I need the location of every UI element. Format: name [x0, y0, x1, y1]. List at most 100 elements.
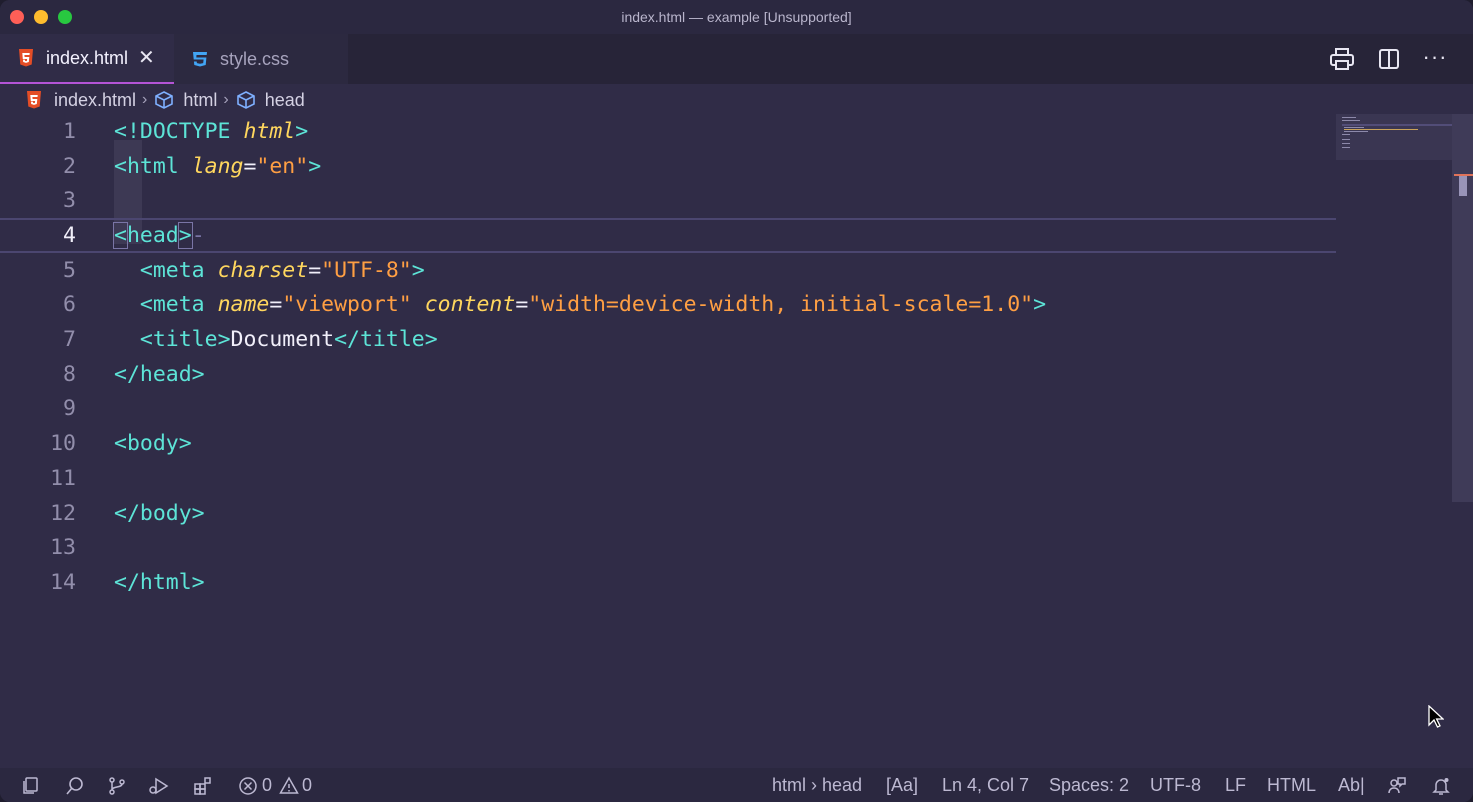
more-actions-icon[interactable]: ···: [1422, 44, 1448, 70]
code-token: html: [243, 118, 296, 144]
code-line[interactable]: 14 </html>: [0, 565, 1336, 600]
notifications-bell-icon[interactable]: [1430, 775, 1452, 797]
code-line[interactable]: 9: [0, 392, 1336, 427]
code-token: title: [359, 327, 425, 353]
text-cursor: -: [191, 222, 205, 248]
code-editor[interactable]: 1 <!DOCTYPE html> 2 <html lang="en"> 3 4 <head…: [0, 114, 1336, 764]
code-token: >: [308, 153, 322, 179]
editor-window: index.html — example [Unsupported] index…: [0, 0, 1473, 802]
indentation-setting[interactable]: Spaces: 2: [1049, 775, 1129, 796]
code-text: <!DOCTYPE html>: [114, 119, 308, 144]
code-token: content: [424, 292, 516, 318]
code-text: <title>Document</title>: [114, 327, 438, 352]
code-token: html: [126, 153, 192, 179]
status-bar: 0 0 html › head [Aa] Ln 4, Col 7 Spaces:…: [0, 768, 1473, 802]
code-token: <: [139, 292, 153, 318]
code-line[interactable]: 10 <body>: [0, 426, 1336, 461]
minimize-window-button[interactable]: [34, 10, 48, 24]
code-token: >: [1033, 292, 1047, 318]
line-number: 5: [63, 257, 76, 283]
scrollbar-track[interactable]: [1452, 114, 1473, 502]
error-icon[interactable]: [237, 775, 259, 797]
search-icon[interactable]: [64, 775, 86, 797]
breadcrumb-file[interactable]: index.html: [26, 90, 136, 111]
code-line[interactable]: 8 </head>: [0, 357, 1336, 392]
html5-icon: [27, 91, 41, 109]
extensions-icon[interactable]: [192, 775, 214, 797]
code-text: <meta charset="UTF-8">: [114, 258, 425, 283]
tab-style-css[interactable]: style.css: [174, 34, 348, 84]
code-token: title: [152, 327, 218, 353]
code-line[interactable]: 12 </body>: [0, 496, 1336, 531]
html5-icon: [16, 48, 36, 68]
code-token: head: [139, 361, 192, 387]
line-number: 1: [63, 118, 76, 144]
code-token: >: [295, 118, 309, 144]
code-line[interactable]: 4 <head>-: [0, 218, 1336, 253]
code-token: <: [114, 153, 127, 179]
code-token: Document: [230, 327, 335, 353]
split-editor-icon[interactable]: [1376, 46, 1402, 72]
close-icon[interactable]: ✕: [138, 48, 155, 68]
code-token: =: [515, 292, 529, 318]
cursor-position[interactable]: Ln 4, Col 7: [942, 775, 1029, 796]
spell-check-status[interactable]: Ab|: [1338, 775, 1365, 796]
close-window-button[interactable]: [10, 10, 24, 24]
cube-icon: [155, 91, 174, 109]
chevron-right-icon: ›: [223, 91, 229, 108]
error-count[interactable]: 0: [262, 775, 272, 796]
code-line[interactable]: 13: [0, 530, 1336, 565]
line-number: 6: [63, 292, 76, 318]
code-token: <!DOCTYPE: [114, 118, 244, 144]
warning-count[interactable]: 0: [302, 775, 312, 796]
code-token: >: [191, 361, 205, 387]
code-token: >: [177, 221, 193, 249]
code-token: <: [114, 431, 127, 457]
line-number: 10: [50, 431, 76, 457]
feedback-icon[interactable]: [1386, 775, 1408, 797]
print-icon[interactable]: [1329, 46, 1355, 72]
code-line[interactable]: 2 <html lang="en">: [0, 149, 1336, 184]
code-token: charset: [217, 257, 309, 283]
code-token: body: [139, 500, 192, 526]
tab-index-html[interactable]: index.html ✕: [0, 34, 174, 84]
line-number: 8: [63, 361, 76, 387]
status-breadcrumb[interactable]: html › head: [772, 775, 862, 796]
code-text: </html>: [114, 570, 205, 595]
code-line[interactable]: 1 <!DOCTYPE html>: [0, 114, 1336, 149]
breadcrumb-item-html[interactable]: html: [153, 90, 217, 111]
breadcrumb-item-head[interactable]: head: [235, 90, 305, 111]
code-line[interactable]: 6 <meta name="viewport" content="width=d…: [0, 288, 1336, 323]
code-token: =: [269, 292, 283, 318]
run-debug-icon[interactable]: [148, 775, 170, 797]
code-token: </: [334, 327, 360, 353]
code-line[interactable]: 3: [0, 183, 1336, 218]
cube-icon: [236, 91, 255, 109]
code-token: body: [126, 431, 179, 457]
breadcrumb-label: html: [183, 89, 218, 110]
code-token: >: [191, 569, 205, 595]
zoom-window-button[interactable]: [58, 10, 72, 24]
scrollbar-thumb[interactable]: [1459, 176, 1467, 196]
code-line[interactable]: 11: [0, 461, 1336, 496]
language-mode[interactable]: HTML: [1267, 775, 1316, 796]
source-control-icon[interactable]: [106, 775, 128, 797]
minimap[interactable]: [1336, 114, 1452, 160]
explorer-icon[interactable]: [20, 775, 42, 797]
line-ending-setting[interactable]: LF: [1225, 775, 1246, 796]
warning-icon[interactable]: [278, 775, 300, 797]
code-token: meta: [152, 292, 218, 318]
encoding-setting[interactable]: UTF-8: [1150, 775, 1201, 796]
code-token: =: [308, 257, 322, 283]
code-line[interactable]: 5 <meta charset="UTF-8">: [0, 253, 1336, 288]
case-sensitivity-toggle[interactable]: [Aa]: [886, 775, 918, 796]
code-token: <: [139, 257, 153, 283]
code-line[interactable]: 7 <title>Document</title>: [0, 322, 1336, 357]
code-token: >: [217, 327, 231, 353]
breadcrumb-label: head: [264, 89, 305, 110]
window-title: index.html — example [Unsupported]: [621, 9, 852, 25]
tab-label: style.css: [220, 48, 290, 69]
line-number: 4: [63, 222, 76, 248]
